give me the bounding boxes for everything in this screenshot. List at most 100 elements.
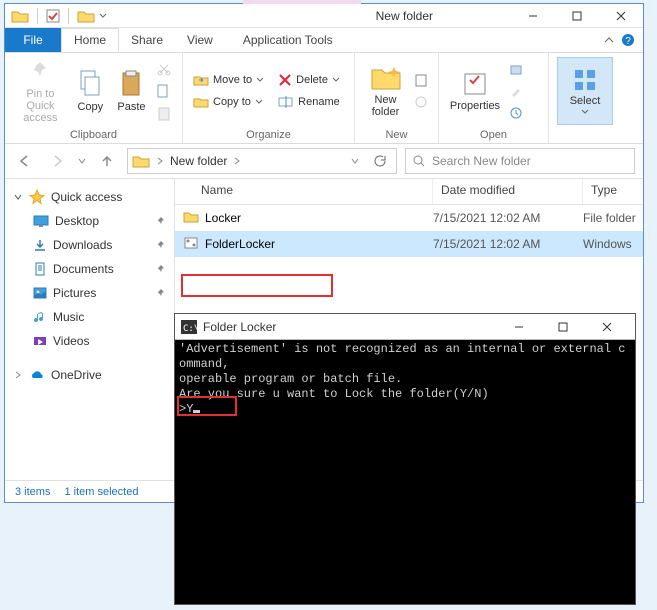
scissors-icon xyxy=(156,61,172,77)
window-title: New folder xyxy=(376,9,433,23)
new-item-icon xyxy=(414,73,428,87)
pin-icon xyxy=(156,216,166,226)
copy-icon xyxy=(77,69,103,99)
help-icon[interactable]: ? xyxy=(621,33,635,47)
copy-path-button[interactable] xyxy=(154,80,174,102)
maximize-button[interactable] xyxy=(555,4,599,28)
delete-icon xyxy=(278,73,292,87)
recent-locations-icon[interactable] xyxy=(77,156,87,166)
tab-file[interactable]: File xyxy=(5,28,61,52)
rename-icon xyxy=(278,95,294,109)
console-title: Folder Locker xyxy=(203,320,276,334)
close-button[interactable] xyxy=(599,4,643,28)
new-folder-icon[interactable] xyxy=(77,8,95,24)
delete-button[interactable]: Delete xyxy=(276,69,342,91)
pin-to-quick-access-button[interactable]: Pin to Quick access xyxy=(13,57,68,125)
ribbon-tabs: File Home Share View Application Tools ? xyxy=(5,28,643,52)
rename-button[interactable]: Rename xyxy=(276,91,342,113)
new-folder-button[interactable]: New folder xyxy=(363,57,408,125)
maximize-button[interactable] xyxy=(541,315,585,339)
copy-to-button[interactable]: Copy to xyxy=(191,91,266,113)
column-type[interactable]: Type xyxy=(583,179,643,204)
tab-share[interactable]: Share xyxy=(119,28,175,52)
move-to-icon xyxy=(193,72,209,88)
tab-application-tools[interactable]: Application Tools xyxy=(225,28,351,52)
ribbon: Pin to Quick access Copy Paste Clipboard xyxy=(5,52,643,144)
tab-home[interactable]: Home xyxy=(61,28,119,52)
sidebar-item-videos[interactable]: Videos xyxy=(5,329,174,353)
chevron-up-icon[interactable] xyxy=(603,34,615,46)
edit-button[interactable] xyxy=(507,80,525,102)
tab-view[interactable]: View xyxy=(175,28,225,52)
status-selected: 1 item selected xyxy=(64,486,138,498)
pin-icon xyxy=(156,264,166,274)
console-window: C:\ Folder Locker 'Advertisement' is not… xyxy=(174,313,636,605)
ribbon-collapse: ? xyxy=(603,33,635,47)
pin-icon xyxy=(26,58,54,86)
table-row[interactable]: Locker 7/15/2021 12:02 AM File folder xyxy=(175,205,643,231)
paste-shortcut-button[interactable] xyxy=(154,102,174,124)
select-button[interactable]: Select xyxy=(557,57,613,125)
music-icon xyxy=(33,310,47,324)
column-date[interactable]: Date modified xyxy=(433,179,583,204)
sidebar-item-onedrive[interactable]: OneDrive xyxy=(5,363,174,387)
table-row[interactable]: FolderLocker 7/15/2021 12:02 AM Windows xyxy=(175,231,643,257)
contextual-tab-group: Manage xyxy=(243,0,361,4)
easy-access-icon xyxy=(414,95,428,109)
chevron-down-icon xyxy=(13,192,23,202)
forward-button[interactable] xyxy=(45,149,69,173)
cmd-icon: C:\ xyxy=(181,320,197,334)
sidebar-item-quick-access[interactable]: Quick access xyxy=(5,185,174,209)
new-folder-icon xyxy=(370,64,402,92)
column-name[interactable]: Name xyxy=(175,179,433,204)
star-icon xyxy=(29,189,45,205)
sidebar-item-downloads[interactable]: Downloads xyxy=(5,233,174,257)
folder-icon[interactable] xyxy=(11,8,29,24)
properties-button[interactable]: Properties xyxy=(447,57,503,125)
minimize-button[interactable] xyxy=(511,4,555,28)
move-to-button[interactable]: Move to xyxy=(191,69,266,91)
title-bar: New folder xyxy=(511,4,643,28)
console-body[interactable]: 'Advertisement' is not recognized as an … xyxy=(175,340,635,419)
cloud-icon xyxy=(29,369,45,381)
address-bar[interactable]: New folder xyxy=(127,148,397,174)
edit-icon xyxy=(509,84,523,98)
paste-button[interactable]: Paste xyxy=(113,57,150,125)
new-item-button[interactable] xyxy=(412,69,430,91)
open-icon xyxy=(509,62,523,76)
address-bar-row: New folder Search New folder xyxy=(5,144,643,178)
folder-icon xyxy=(132,153,150,169)
easy-access-button[interactable] xyxy=(412,91,430,113)
sidebar-item-desktop[interactable]: Desktop xyxy=(5,209,174,233)
search-input[interactable]: Search New folder xyxy=(405,148,635,174)
group-label-clipboard: Clipboard xyxy=(5,129,182,143)
sidebar-item-pictures[interactable]: Pictures xyxy=(5,281,174,305)
open-button[interactable] xyxy=(507,58,525,80)
group-label-new: New xyxy=(355,129,438,143)
cut-button[interactable] xyxy=(154,58,174,80)
download-icon xyxy=(33,238,47,252)
pin-icon xyxy=(156,288,166,298)
chevron-down-icon[interactable] xyxy=(350,156,360,166)
copy-to-icon xyxy=(193,94,209,110)
pictures-icon xyxy=(33,286,47,300)
properties-checkbox-icon[interactable] xyxy=(46,9,60,23)
svg-text:?: ? xyxy=(625,36,631,47)
copy-button[interactable]: Copy xyxy=(72,57,109,125)
up-button[interactable] xyxy=(95,149,119,173)
refresh-button[interactable] xyxy=(366,149,392,173)
sidebar-item-documents[interactable]: Documents xyxy=(5,257,174,281)
minimize-button[interactable] xyxy=(497,315,541,339)
group-label-open: Open xyxy=(439,129,548,143)
desktop-icon xyxy=(33,214,49,228)
chevron-down-icon[interactable] xyxy=(99,12,107,20)
history-button[interactable] xyxy=(507,102,525,124)
videos-icon xyxy=(33,334,47,348)
history-icon xyxy=(509,106,523,120)
breadcrumb[interactable]: New folder xyxy=(170,154,227,168)
sidebar-item-music[interactable]: Music xyxy=(5,305,174,329)
close-button[interactable] xyxy=(585,315,629,339)
console-title-bar: C:\ Folder Locker xyxy=(175,314,635,340)
chevron-right-icon xyxy=(13,370,23,380)
back-button[interactable] xyxy=(13,149,37,173)
